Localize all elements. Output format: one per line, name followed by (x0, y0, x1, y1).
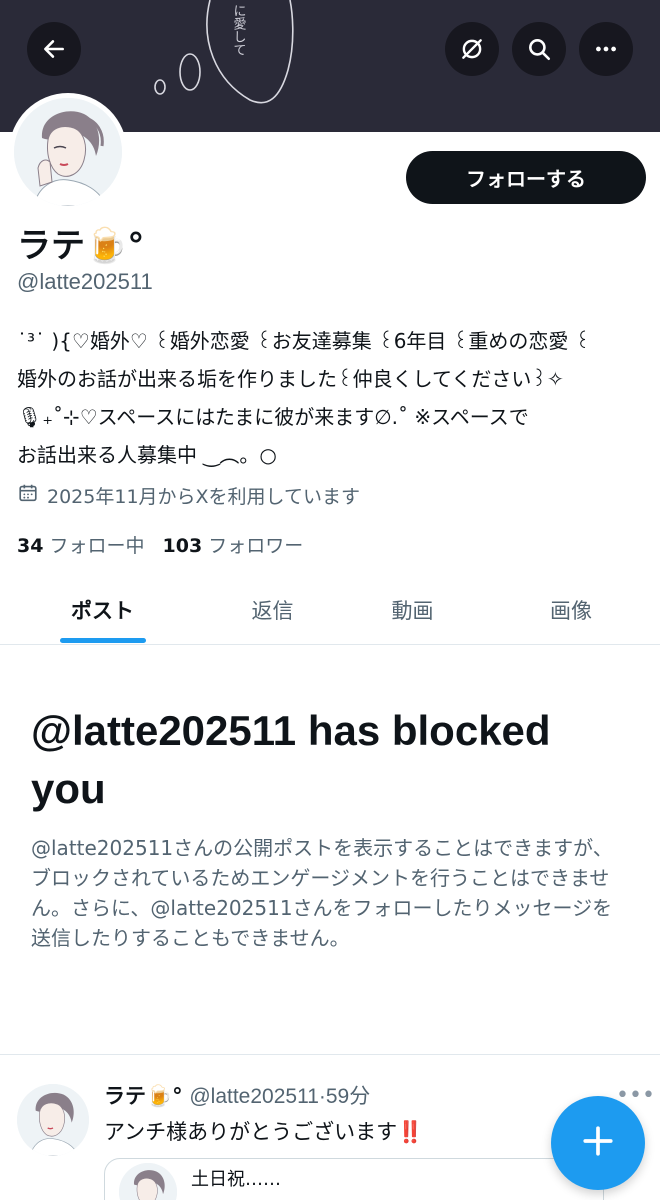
following-link[interactable]: 34 フォロー中 (17, 535, 145, 557)
following-count: 34 (17, 535, 44, 557)
post-author-handle[interactable]: @latte202511 (189, 1085, 319, 1108)
arrow-left-icon (41, 36, 67, 62)
divider (0, 1054, 660, 1055)
joined-date: 2025年11月からXを利用しています (17, 482, 360, 509)
avatar-illustration (119, 1163, 177, 1200)
bio-line: 🎙₊˚⊹♡スペースにはたまに彼が来ます∅.˚ ※スペースで (17, 405, 529, 429)
calendar-icon (17, 482, 39, 509)
profile-bio: ˙³˙ ){♡婚外♡ ꒰婚外恋愛 ꒰お友達募集 ꒰6年目 ꒰重めの恋愛 ꒰ 婚外… (17, 322, 647, 474)
banner-text: に愛して (231, 4, 247, 56)
post-text: アンチ様ありがとうございます‼️ (104, 1116, 423, 1146)
tab-posts[interactable]: ポスト (20, 575, 185, 645)
display-name: ラテ🍺° (17, 226, 145, 266)
grok-button[interactable] (445, 22, 499, 76)
following-label: フォロー中 (49, 535, 145, 557)
followers-label: フォロワー (208, 535, 304, 557)
quoted-post-card[interactable]: 土日祝…… (104, 1158, 604, 1200)
blocked-title: @latte202511 has blocked you (31, 707, 551, 812)
post-header: ラテ🍺° @latte202511·59分 (104, 1080, 370, 1110)
bio-line: 婚外のお話が出来る垢を作りました꒰仲良くしてください꒱✧ (17, 367, 564, 391)
compose-button[interactable] (551, 1096, 645, 1190)
back-button[interactable] (27, 22, 81, 76)
active-tab-indicator (60, 638, 146, 643)
bio-line: ˙³˙ ){♡婚外♡ ꒰婚外恋愛 ꒰お友達募集 ꒰6年目 ꒰重めの恋愛 ꒰ (17, 329, 591, 353)
grok-icon (459, 36, 485, 62)
profile-avatar[interactable] (9, 93, 127, 211)
tab-videos[interactable]: 動画 (335, 575, 490, 645)
search-button[interactable] (512, 22, 566, 76)
more-horizontal-icon (593, 36, 619, 62)
plus-icon (581, 1124, 615, 1162)
avatar-illustration (14, 98, 122, 206)
avatar-illustration (17, 1084, 89, 1156)
follow-stats: 34 フォロー中 103 フォロワー (17, 531, 303, 558)
quoted-post-avatar (119, 1163, 177, 1200)
post-avatar[interactable] (17, 1084, 89, 1156)
post-separator: · (318, 1085, 326, 1108)
quoted-post-text: 土日祝…… (191, 1169, 281, 1190)
post-emphasis: ‼️ (397, 1120, 424, 1144)
user-handle: @latte202511 (17, 269, 153, 294)
post-author-name[interactable]: ラテ🍺° (104, 1084, 183, 1108)
followers-count: 103 (162, 535, 203, 557)
post-body: アンチ様ありがとうございます (104, 1120, 398, 1144)
search-icon (526, 36, 552, 62)
joined-text: 2025年11月からXを利用しています (47, 486, 360, 508)
bio-line: お話出来る人募集中 ‿︵。○ (17, 443, 277, 467)
tab-media[interactable]: 画像 (492, 575, 650, 645)
tab-replies[interactable]: 返信 (195, 575, 350, 645)
follow-button[interactable]: フォローする (406, 151, 646, 204)
profile-tabs: ポスト 返信 動画 画像 (0, 575, 660, 645)
followers-link[interactable]: 103 フォロワー (163, 535, 304, 557)
blocked-description: @latte202511さんの公開ポストを表示することはできますが、ブロックされ… (31, 836, 613, 950)
more-button[interactable] (579, 22, 633, 76)
post-time: 59分 (325, 1085, 371, 1108)
